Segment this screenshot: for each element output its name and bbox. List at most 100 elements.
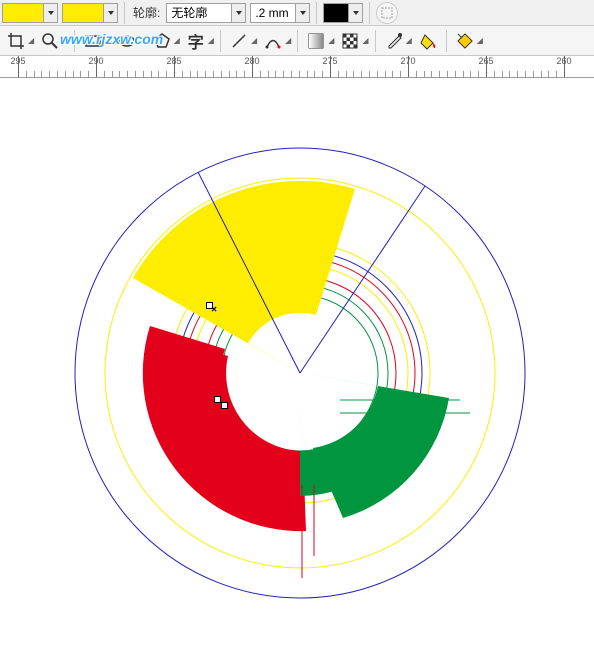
canvas[interactable]: × — [0, 78, 594, 647]
text-tool[interactable]: 字 — [184, 29, 208, 53]
fill-combo-1[interactable] — [2, 3, 58, 23]
ruler-tick-minor — [166, 71, 167, 78]
outline-value: 无轮廓 — [167, 4, 231, 21]
ruler-tick-minor — [275, 71, 276, 78]
outline-width-select[interactable]: .2 mm — [250, 3, 310, 23]
flyout-indicator: ◢ — [362, 36, 368, 45]
ruler-tick-minor — [392, 71, 393, 78]
ruler-label: 270 — [400, 56, 415, 66]
fill-icon — [307, 32, 325, 50]
outline-style-select[interactable]: 无轮廓 — [166, 3, 246, 23]
interactive-fill-tool[interactable] — [453, 29, 477, 53]
flyout-indicator: ◢ — [251, 36, 257, 45]
ruler-tick-minor — [49, 71, 50, 78]
ruler-tick-minor — [439, 71, 440, 78]
flyout-indicator: ◢ — [477, 36, 483, 45]
chevron-down-icon — [231, 4, 245, 22]
selection-handle[interactable] — [214, 396, 221, 403]
chevron-down-icon — [295, 4, 309, 22]
ruler-tick-minor — [127, 71, 128, 78]
ruler-tick-minor — [525, 71, 526, 78]
ruler-tick-minor — [197, 71, 198, 78]
crop-tool[interactable] — [4, 29, 28, 53]
rectangle-tool[interactable] — [81, 29, 105, 53]
bezier-tool[interactable] — [261, 29, 285, 53]
ruler-tick-minor — [229, 71, 230, 78]
outline-color-swatch — [324, 4, 348, 22]
polygon-tool[interactable] — [150, 29, 174, 53]
ruler-tick-minor — [478, 71, 479, 78]
interactive-fill-icon — [456, 32, 474, 50]
ruler-tick-minor — [470, 71, 471, 78]
ruler-tick-minor — [385, 71, 386, 78]
property-bar: 轮廓: 无轮廓 .2 mm — [0, 0, 594, 26]
ruler-tick-minor — [369, 71, 370, 78]
rect-icon — [84, 32, 102, 50]
ruler-tick-minor — [361, 71, 362, 78]
ruler-tick-minor — [34, 71, 35, 78]
copy-properties-button[interactable] — [376, 2, 398, 24]
ruler-tick-minor — [556, 71, 557, 78]
ruler-tick-minor — [119, 71, 120, 78]
ruler-tick-minor — [221, 71, 222, 78]
paint-bucket-tool[interactable] — [416, 29, 440, 53]
ruler-tick-minor — [307, 71, 308, 78]
ruler-tick-minor — [158, 71, 159, 78]
fill-combo-2[interactable] — [62, 3, 118, 23]
crop-icon — [7, 32, 25, 50]
divider — [369, 2, 370, 24]
freehand-tool[interactable] — [227, 29, 251, 53]
outline-color-combo[interactable] — [323, 3, 363, 23]
ruler-tick-minor — [65, 71, 66, 78]
selection-center-icon: × — [211, 305, 217, 316]
divider — [297, 30, 298, 52]
flyout-indicator: ◢ — [174, 36, 180, 45]
ruler-tick-minor — [143, 71, 144, 78]
ellipse-icon — [118, 32, 136, 50]
ruler-tick-minor — [548, 71, 549, 78]
chevron-down-icon — [103, 4, 117, 22]
ruler-tick-minor — [416, 71, 417, 78]
ruler-label: 275 — [322, 56, 337, 66]
ruler-tick-minor — [57, 71, 58, 78]
bezier-icon — [264, 32, 282, 50]
selection-handle[interactable] — [221, 402, 228, 409]
ruler-tick-minor — [377, 71, 378, 78]
ruler-tick-minor — [517, 71, 518, 78]
flyout-indicator: ◢ — [328, 36, 334, 45]
ruler-tick-minor — [431, 71, 432, 78]
divider — [316, 2, 317, 24]
ruler-tick-minor — [346, 71, 347, 78]
ellipse-tool[interactable] — [115, 29, 139, 53]
ruler-tick-minor — [260, 71, 261, 78]
polygon-icon — [153, 32, 171, 50]
chevron-down-icon — [43, 4, 57, 22]
ruler-tick-minor — [299, 71, 300, 78]
divider — [375, 30, 376, 52]
outline-label: 轮廓: — [131, 4, 162, 21]
ruler-tick-minor — [424, 71, 425, 78]
ruler-tick-minor — [541, 71, 542, 78]
ruler-tick-minor — [291, 71, 292, 78]
divider — [74, 30, 75, 52]
flyout-indicator: ◢ — [406, 36, 412, 45]
ruler-tick-minor — [41, 71, 42, 78]
pattern-fill-tool[interactable] — [338, 29, 362, 53]
eyedropper-tool[interactable] — [382, 29, 406, 53]
ruler-tick-minor — [88, 71, 89, 78]
ruler-tick-minor — [135, 71, 136, 78]
uniform-fill-tool[interactable] — [304, 29, 328, 53]
ruler-tick-minor — [182, 71, 183, 78]
pattern-fill-icon — [341, 32, 359, 50]
zoom-icon — [41, 32, 59, 50]
watermark: www.rjzxw.com — [60, 31, 163, 47]
ruler-tick-minor — [533, 71, 534, 78]
eyedropper-icon — [385, 32, 403, 50]
ruler-tick-minor — [463, 71, 464, 78]
zoom-tool[interactable] — [38, 29, 62, 53]
fill-swatch-1 — [3, 4, 43, 22]
flyout-indicator: ◢ — [28, 36, 34, 45]
flyout-indicator: ◢ — [105, 36, 111, 45]
ruler-tick-minor — [26, 71, 27, 78]
ruler-tick-minor — [283, 71, 284, 78]
